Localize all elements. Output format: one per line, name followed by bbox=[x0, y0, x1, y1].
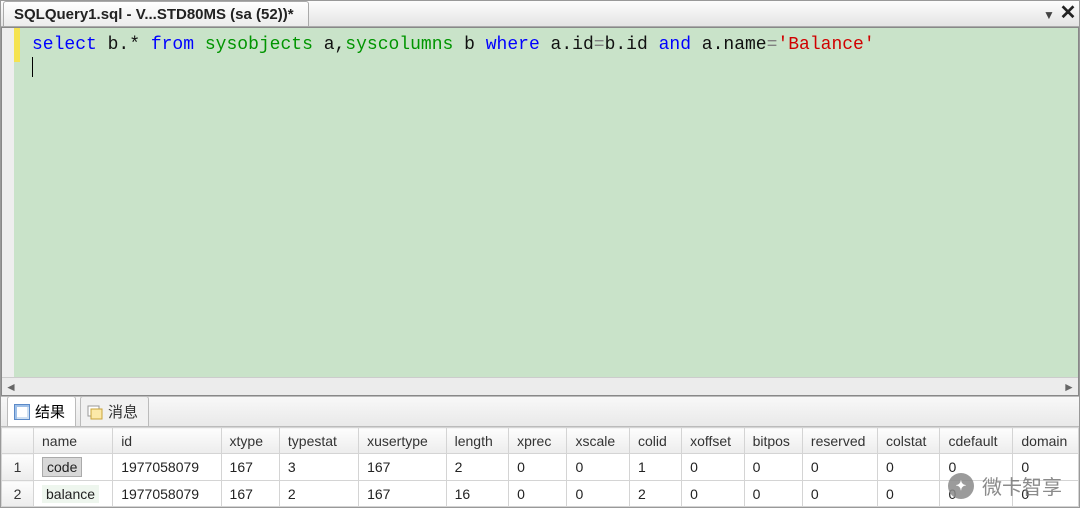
cell-colstat[interactable]: 0 bbox=[877, 454, 940, 481]
header-row: name id xtype typestat xusertype length … bbox=[2, 428, 1079, 454]
col-colstat[interactable]: colstat bbox=[877, 428, 940, 454]
cell-xscale[interactable]: 0 bbox=[567, 481, 630, 507]
cell-xtype[interactable]: 167 bbox=[221, 454, 279, 481]
cell-colstat[interactable]: 0 bbox=[877, 481, 940, 507]
cell-length[interactable]: 2 bbox=[446, 454, 509, 481]
cell-bitpos[interactable]: 0 bbox=[744, 481, 802, 507]
cell-domain[interactable]: 0 bbox=[1013, 481, 1079, 507]
messages-icon bbox=[87, 404, 103, 420]
cell-typestat[interactable]: 2 bbox=[279, 481, 358, 507]
cell-domain[interactable]: 0 bbox=[1013, 454, 1079, 481]
table-row[interactable]: 1 code 1977058079 167 3 167 2 0 0 1 0 0 … bbox=[2, 454, 1079, 481]
corner-cell[interactable] bbox=[2, 428, 34, 454]
sql-code[interactable]: select b.* from sysobjects a,syscolumns … bbox=[32, 34, 875, 78]
col-xprec[interactable]: xprec bbox=[509, 428, 567, 454]
results-table: name id xtype typestat xusertype length … bbox=[1, 427, 1079, 507]
editor-horizontal-scrollbar[interactable]: ◄ ► bbox=[2, 377, 1078, 395]
cell-cdefault[interactable]: 0 bbox=[940, 454, 1013, 481]
grid-icon bbox=[14, 404, 30, 420]
cell-xusertype[interactable]: 167 bbox=[359, 454, 447, 481]
cell-id[interactable]: 1977058079 bbox=[113, 454, 221, 481]
cell-xoffset[interactable]: 0 bbox=[682, 481, 745, 507]
col-xtype[interactable]: xtype bbox=[221, 428, 279, 454]
cell-xtype[interactable]: 167 bbox=[221, 481, 279, 507]
results-grid[interactable]: name id xtype typestat xusertype length … bbox=[1, 426, 1079, 507]
tab-results[interactable]: 结果 bbox=[7, 396, 76, 426]
change-marker bbox=[14, 28, 20, 62]
cell-name[interactable]: balance bbox=[34, 481, 113, 507]
tab-results-label: 结果 bbox=[35, 401, 65, 422]
cell-xprec[interactable]: 0 bbox=[509, 454, 567, 481]
titlebar: SQLQuery1.sql - V...STD80MS (sa (52))* ▼… bbox=[1, 1, 1079, 27]
document-tab[interactable]: SQLQuery1.sql - V...STD80MS (sa (52))* bbox=[3, 1, 309, 26]
cell-colid[interactable]: 1 bbox=[629, 454, 681, 481]
cell-typestat[interactable]: 3 bbox=[279, 454, 358, 481]
col-name[interactable]: name bbox=[34, 428, 113, 454]
row-number[interactable]: 2 bbox=[2, 481, 34, 507]
table-row[interactable]: 2 balance 1977058079 167 2 167 16 0 0 2 … bbox=[2, 481, 1079, 507]
tab-messages[interactable]: 消息 bbox=[80, 396, 149, 426]
col-xusertype[interactable]: xusertype bbox=[359, 428, 447, 454]
cell-name[interactable]: code bbox=[34, 454, 113, 481]
cell-id[interactable]: 1977058079 bbox=[113, 481, 221, 507]
col-length[interactable]: length bbox=[446, 428, 509, 454]
cell-cdefault[interactable]: 0 bbox=[940, 481, 1013, 507]
scroll-left-icon[interactable]: ◄ bbox=[2, 378, 20, 396]
col-domain[interactable]: domain bbox=[1013, 428, 1079, 454]
scroll-right-icon[interactable]: ► bbox=[1060, 378, 1078, 396]
cell-length[interactable]: 16 bbox=[446, 481, 509, 507]
col-xoffset[interactable]: xoffset bbox=[682, 428, 745, 454]
col-reserved[interactable]: reserved bbox=[802, 428, 877, 454]
cell-xoffset[interactable]: 0 bbox=[682, 454, 745, 481]
editor-area[interactable]: select b.* from sysobjects a,syscolumns … bbox=[2, 28, 1078, 377]
tab-dropdown-icon[interactable]: ▼ bbox=[1041, 8, 1057, 26]
app-window: SQLQuery1.sql - V...STD80MS (sa (52))* ▼… bbox=[0, 0, 1080, 508]
cell-bitpos[interactable]: 0 bbox=[744, 454, 802, 481]
sql-editor: select b.* from sysobjects a,syscolumns … bbox=[1, 27, 1079, 396]
cell-xprec[interactable]: 0 bbox=[509, 481, 567, 507]
col-xscale[interactable]: xscale bbox=[567, 428, 630, 454]
close-icon[interactable]: ✕ bbox=[1057, 3, 1079, 26]
col-bitpos[interactable]: bitpos bbox=[744, 428, 802, 454]
cell-xscale[interactable]: 0 bbox=[567, 454, 630, 481]
row-number[interactable]: 1 bbox=[2, 454, 34, 481]
cell-xusertype[interactable]: 167 bbox=[359, 481, 447, 507]
tab-messages-label: 消息 bbox=[108, 401, 138, 422]
cell-reserved[interactable]: 0 bbox=[802, 454, 877, 481]
text-cursor bbox=[32, 57, 33, 77]
col-colid[interactable]: colid bbox=[629, 428, 681, 454]
cell-colid[interactable]: 2 bbox=[629, 481, 681, 507]
col-id[interactable]: id bbox=[113, 428, 221, 454]
editor-gutter bbox=[2, 28, 14, 377]
col-typestat[interactable]: typestat bbox=[279, 428, 358, 454]
col-cdefault[interactable]: cdefault bbox=[940, 428, 1013, 454]
cell-reserved[interactable]: 0 bbox=[802, 481, 877, 507]
result-tabs: 结果 消息 bbox=[1, 396, 1079, 426]
